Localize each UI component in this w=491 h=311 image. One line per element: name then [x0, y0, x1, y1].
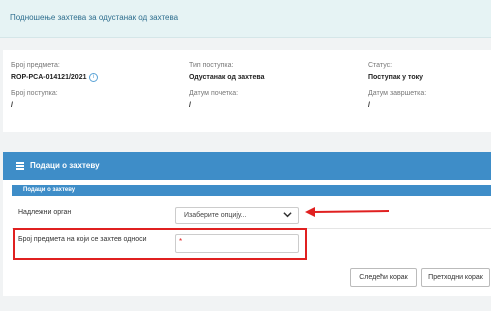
panel-title: Подаци о захтеву [30, 161, 100, 170]
case-ref-input[interactable]: * [175, 234, 299, 253]
section-subheader-title: Подаци о захтеву [23, 187, 76, 193]
procedure-type-label: Тип поступка: [189, 62, 234, 69]
case-ref-label: Број предмета на који се захтев односи [18, 236, 147, 243]
procedure-number-label: Број поступка: [11, 90, 58, 97]
previous-step-button[interactable]: Претходни корак [421, 268, 490, 287]
end-date-label: Датум завршетка: [368, 90, 427, 97]
case-number-value: ROP-PCA-014121/2021 [11, 74, 87, 81]
panel-header: Подаци о захтеву [3, 152, 491, 180]
start-date-label: Датум почетка: [189, 90, 239, 97]
case-info-card: Број предмета: ROP-PCA-014121/2021 i Тип… [3, 50, 491, 132]
next-step-button[interactable]: Следећи корак [350, 268, 417, 287]
help-icon[interactable]: i [89, 73, 98, 82]
authority-select[interactable]: Изаберите опцију... [175, 207, 299, 224]
authority-select-value: Изаберите опцију... [184, 212, 247, 219]
required-marker: * [179, 237, 183, 246]
arrow-left-icon [305, 207, 390, 217]
request-data-panel: Подаци о захтеву Подаци о захтеву Надлеж… [3, 152, 491, 296]
procedure-type-value: Одустанак од захтева [189, 74, 265, 81]
case-number-label: Број предмета: [11, 62, 60, 69]
page-title: Подношење захтева за одустанак од захтев… [10, 13, 179, 22]
status-value: Поступак у току [368, 74, 424, 81]
menu-icon[interactable] [16, 162, 24, 170]
chevron-down-icon [283, 212, 292, 218]
start-date-value: / [189, 102, 191, 109]
section-subheader: Подаци о захтеву [12, 185, 491, 196]
authority-label: Надлежни орган [18, 209, 72, 216]
status-label: Статус: [368, 62, 393, 69]
end-date-value: / [368, 102, 370, 109]
page-banner: Подношење захтева за одустанак од захтев… [0, 0, 491, 38]
procedure-number-value: / [11, 102, 13, 109]
